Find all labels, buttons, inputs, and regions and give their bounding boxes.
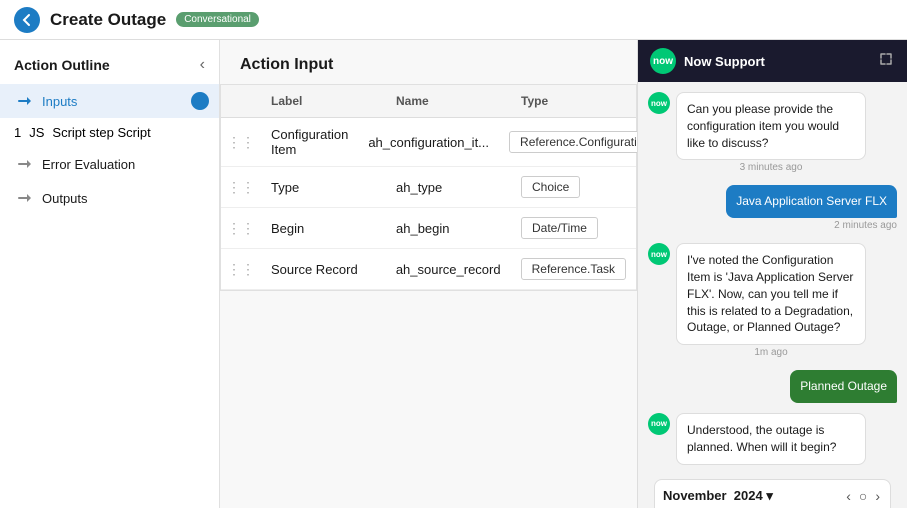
sidebar-collapse-button[interactable]: ‹: [200, 56, 205, 74]
bot-bubble-1: Can you please provide the configuration…: [676, 92, 866, 160]
row3-type: Date/Time: [511, 208, 636, 248]
row1-name: ah_configuration_it...: [358, 126, 499, 159]
col-label: Label: [261, 85, 386, 117]
error-eval-label: Error Evaluation: [42, 157, 135, 172]
row1-label: Configuration Item: [261, 118, 358, 166]
table-row: ⋮⋮ Configuration Item ah_configuration_i…: [221, 118, 636, 167]
script-step-name: Script step: [52, 125, 113, 140]
table-header-row: Label Name Type: [221, 85, 636, 118]
sidebar-header: Action Outline ‹: [0, 50, 219, 84]
bot-bubble-2: I've noted the Configuration Item is 'Ja…: [676, 243, 866, 345]
script-step-number: 1: [14, 125, 21, 140]
row4-name: ah_source_record: [386, 253, 511, 286]
chat-expand-button[interactable]: [877, 50, 895, 73]
cal-prev-button[interactable]: ‹: [844, 488, 853, 504]
calendar-header: November 2024 ▾ ‹ ○ ›: [663, 488, 882, 504]
now-logo: now: [650, 48, 676, 74]
table-row: ⋮⋮ Type ah_type Choice: [221, 167, 636, 208]
page-title: Create Outage: [50, 10, 166, 30]
table-row: ⋮⋮ Begin ah_begin Date/Time: [221, 208, 636, 249]
sidebar-item-script-step[interactable]: 1 JS Script step Script: [0, 118, 219, 147]
chat-header: now Now Support: [638, 40, 907, 82]
cal-next-button[interactable]: ›: [873, 488, 882, 504]
drag-handle[interactable]: ⋮⋮: [221, 125, 261, 160]
topbar: Create Outage Conversational: [0, 0, 907, 40]
col-name: Name: [386, 85, 511, 117]
calendar-nav: ‹ ○ ›: [844, 488, 882, 504]
chat-message-user-1: Java Application Server FLX 2 minutes ag…: [648, 185, 897, 233]
inputs-badge: [191, 92, 209, 110]
content-header: Action Input: [220, 40, 637, 84]
bot-bubble-3: Understood, the outage is planned. When …: [676, 413, 866, 465]
col-drag: [221, 85, 261, 117]
row2-label: Type: [261, 171, 386, 204]
calendar-month-year: November 2024 ▾: [663, 488, 773, 504]
sidebar-item-inputs[interactable]: Inputs: [0, 84, 219, 118]
bot-time-2: 1m ago: [676, 347, 866, 358]
chat-message-user-2: Planned Outage: [648, 370, 897, 403]
user-bubble-2: Planned Outage: [790, 370, 897, 403]
bot-avatar-3: now: [648, 413, 670, 435]
inputs-icon: [14, 91, 34, 111]
outputs-icon: [14, 188, 34, 208]
sidebar: Action Outline ‹ Inputs 1 JS Script step…: [0, 40, 220, 508]
row4-type: Reference.Task: [511, 249, 636, 289]
drag-handle[interactable]: ⋮⋮: [221, 211, 261, 246]
chat-panel-title: Now Support: [684, 54, 869, 69]
user-time-1: 2 minutes ago: [726, 220, 897, 231]
sidebar-item-error-evaluation[interactable]: Error Evaluation: [0, 147, 219, 181]
row1-type: Reference.Configuration Item: [499, 122, 637, 162]
cal-today-button[interactable]: ○: [857, 488, 869, 504]
script-icon: JS: [29, 125, 44, 140]
sidebar-title: Action Outline: [14, 57, 110, 73]
chat-messages: now Can you please provide the configura…: [638, 82, 907, 508]
back-button[interactable]: [14, 7, 40, 33]
drag-handle[interactable]: ⋮⋮: [221, 170, 261, 205]
inputs-label: Inputs: [42, 94, 77, 109]
action-input-table: Label Name Type ⋮⋮ Configuration Item ah…: [220, 84, 637, 291]
row2-type: Choice: [511, 167, 636, 207]
conversational-badge: Conversational: [176, 12, 259, 27]
main-layout: Action Outline ‹ Inputs 1 JS Script step…: [0, 40, 907, 508]
chat-message-bot-2: now I've noted the Configuration Item is…: [648, 243, 897, 360]
outputs-label: Outputs: [42, 191, 88, 206]
error-eval-icon: [14, 154, 34, 174]
bot-time-1: 3 minutes ago: [676, 162, 866, 173]
row2-name: ah_type: [386, 171, 511, 204]
bot-avatar-2: now: [648, 243, 670, 265]
bot-avatar: now: [648, 92, 670, 114]
row3-name: ah_begin: [386, 212, 511, 245]
row3-label: Begin: [261, 212, 386, 245]
chat-message-bot-3: now Understood, the outage is planned. W…: [648, 413, 897, 465]
user-bubble-1: Java Application Server FLX: [726, 185, 897, 218]
chat-calendar[interactable]: November 2024 ▾ ‹ ○ › S M T W T F S: [654, 479, 891, 508]
chat-panel: now Now Support now Can you please provi…: [637, 40, 907, 508]
sidebar-item-outputs[interactable]: Outputs: [0, 181, 219, 215]
chat-message-bot-1: now Can you please provide the configura…: [648, 92, 897, 175]
script-step-sub: Script: [117, 125, 150, 140]
content-title: Action Input: [240, 56, 333, 73]
table-row: ⋮⋮ Source Record ah_source_record Refere…: [221, 249, 636, 290]
drag-handle[interactable]: ⋮⋮: [221, 252, 261, 287]
content-area: Action Input Label Name Type ⋮⋮ Configur…: [220, 40, 637, 508]
col-type: Type: [511, 85, 636, 117]
script-info: Script step Script: [52, 125, 150, 140]
row4-label: Source Record: [261, 253, 386, 286]
